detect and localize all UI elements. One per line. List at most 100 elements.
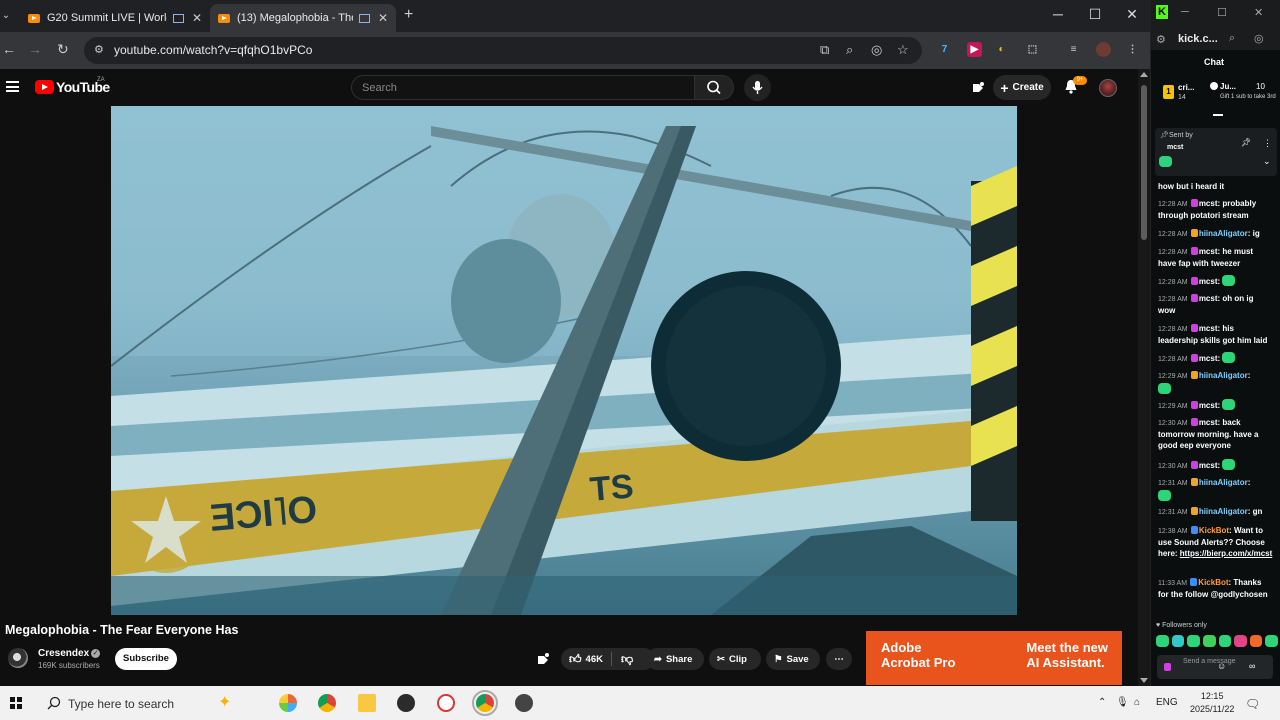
- site-info-icon[interactable]: ⚙: [94, 43, 106, 56]
- chat-username[interactable]: hiinaAligator: [1199, 507, 1248, 516]
- extension-translate-icon[interactable]: 7: [937, 42, 952, 57]
- emote-icon[interactable]: [1171, 635, 1185, 647]
- scrollbar-thumb[interactable]: [1141, 85, 1147, 240]
- extension-pink-icon[interactable]: ▶: [967, 42, 982, 57]
- maximize-button[interactable]: ☐: [1217, 6, 1227, 19]
- media-playing-icon[interactable]: [358, 13, 370, 23]
- extension-yellow-icon[interactable]: ◐: [994, 42, 1009, 57]
- microphone-icon[interactable]: 🎙︎: [1116, 697, 1129, 708]
- share-button[interactable]: ➦ Share: [646, 648, 704, 670]
- eye-off-icon[interactable]: ◎: [1254, 32, 1264, 45]
- chat-username[interactable]: KickBot: [1198, 578, 1228, 587]
- extensions-puzzle-icon[interactable]: ⬚: [1025, 42, 1040, 57]
- youtube-logo-icon[interactable]: [35, 80, 54, 94]
- kick-url[interactable]: kick.c...: [1178, 33, 1218, 45]
- app-icon[interactable]: [515, 694, 533, 712]
- tab-search-chevron-icon[interactable]: ⌄: [0, 6, 12, 26]
- chat-username[interactable]: mcst: [1199, 247, 1218, 256]
- thumbs-up-icon[interactable]: 👍︎: [569, 652, 582, 667]
- chat-username[interactable]: hiinaAligator: [1199, 371, 1248, 380]
- video-player[interactable]: ƎƆI˥O TS: [111, 106, 1017, 615]
- back-icon[interactable]: ←: [2, 41, 16, 57]
- gift-leaderboard[interactable]: 1 cri... 14 Ju... 10 Gift 1 sub to take …: [1157, 78, 1276, 116]
- show-hidden-icons-chevron-icon[interactable]: ⌃: [1098, 697, 1106, 708]
- snipping-tool-icon[interactable]: [437, 694, 455, 712]
- start-windows-icon[interactable]: [10, 697, 22, 709]
- chat-username[interactable]: hiinaAligator: [1199, 229, 1248, 238]
- eye-off-icon[interactable]: ◎: [871, 42, 882, 58]
- chat-username[interactable]: mcst: [1199, 277, 1218, 286]
- sparkle-video-icon[interactable]: [970, 80, 986, 96]
- url-text[interactable]: youtube.com/watch?v=qfqhO1bvPCo: [114, 43, 312, 57]
- reload-icon[interactable]: ↻: [57, 41, 69, 58]
- profile-avatar-icon[interactable]: [1096, 42, 1111, 57]
- network-icon[interactable]: ⌂: [1134, 697, 1140, 708]
- notification-center-icon[interactable]: 🗨︎: [1245, 697, 1260, 711]
- unpin-icon[interactable]: 📌︎: [1241, 138, 1251, 147]
- media-control-icon[interactable]: ≡: [1066, 42, 1081, 57]
- collapse-chevron-icon[interactable]: [1213, 114, 1223, 118]
- chat-username[interactable]: mcst: [1199, 418, 1218, 427]
- emote-icon[interactable]: [1218, 635, 1232, 647]
- chrome-app-icon[interactable]: [318, 694, 336, 712]
- thumbs-down-icon[interactable]: 👎︎: [621, 652, 633, 667]
- emote-icon[interactable]: [1202, 635, 1216, 647]
- chat-input[interactable]: Send a message ☺ ∞: [1157, 655, 1273, 679]
- chat-username[interactable]: mcst: [1199, 294, 1218, 303]
- chat-username[interactable]: mcst: [1199, 199, 1218, 208]
- channel-name[interactable]: Cresendex: [38, 648, 89, 659]
- tab-close-icon[interactable]: ✕: [192, 11, 202, 25]
- voice-search-button[interactable]: [744, 74, 771, 101]
- like-count[interactable]: 46K: [586, 654, 603, 665]
- emote-icon[interactable]: [1265, 635, 1278, 647]
- taskbar-clock[interactable]: 12:15 2025/11/22: [1190, 690, 1234, 716]
- scroll-down-arrow-icon[interactable]: [1140, 678, 1148, 683]
- language-indicator[interactable]: ENG: [1156, 697, 1178, 708]
- new-tab-button[interactable]: +: [404, 6, 413, 24]
- chat-username[interactable]: KickBot: [1199, 526, 1229, 535]
- emote-icon[interactable]: [1249, 635, 1263, 647]
- chrome-active-app-icon[interactable]: [472, 690, 498, 716]
- search-button[interactable]: [694, 75, 734, 100]
- chat-username[interactable]: hiinaAligator: [1199, 478, 1248, 487]
- forward-icon[interactable]: →: [28, 41, 42, 57]
- obs-app-icon[interactable]: [397, 694, 415, 712]
- chat-username[interactable]: mcst: [1199, 401, 1218, 410]
- minimize-button[interactable]: ─: [1043, 6, 1073, 22]
- pin-menu-icon[interactable]: ⋮: [1263, 138, 1272, 149]
- create-button[interactable]: + Create: [993, 75, 1051, 100]
- chat-username[interactable]: mcst: [1199, 324, 1218, 333]
- clip-button[interactable]: ✂ Clip: [709, 648, 761, 670]
- close-window-button[interactable]: ✕: [1254, 6, 1263, 19]
- search-highlight-icon[interactable]: ✦: [218, 692, 240, 712]
- more-actions-button[interactable]: ⋯: [826, 648, 852, 670]
- file-explorer-icon[interactable]: [358, 694, 376, 712]
- copilot-app-icon[interactable]: [279, 694, 297, 712]
- search-input[interactable]: [362, 80, 682, 96]
- media-playing-icon[interactable]: [172, 13, 184, 23]
- sparkle-ask-icon[interactable]: [536, 652, 550, 666]
- chat-username[interactable]: mcst: [1199, 461, 1218, 470]
- menu-hamburger-icon[interactable]: [6, 81, 19, 92]
- save-button[interactable]: ⚑ Save: [766, 648, 820, 670]
- search-box[interactable]: [351, 75, 695, 100]
- chat-username[interactable]: mcst: [1199, 354, 1218, 363]
- chat-link[interactable]: https://bierp.com/x/mcst: [1180, 549, 1272, 558]
- emote-icon[interactable]: [1234, 635, 1247, 647]
- minimize-button[interactable]: ─: [1181, 6, 1189, 18]
- browser-menu-icon[interactable]: ⋮: [1125, 42, 1140, 57]
- site-info-icon[interactable]: ⚙: [1156, 33, 1166, 46]
- maximize-button[interactable]: ☐: [1080, 6, 1110, 23]
- expand-chevron-icon[interactable]: ⌄: [1263, 156, 1271, 167]
- bookmark-star-icon[interactable]: ☆: [897, 42, 909, 58]
- page-scrollbar[interactable]: [1138, 69, 1150, 686]
- zoom-icon[interactable]: ⌕: [846, 42, 853, 58]
- settings-icon[interactable]: ∞: [1249, 661, 1255, 671]
- account-avatar[interactable]: [1099, 79, 1117, 97]
- subscribe-button[interactable]: Subscribe: [115, 648, 177, 670]
- zoom-icon[interactable]: ⌕: [1229, 32, 1235, 45]
- emote-icon[interactable]: [1187, 635, 1200, 647]
- install-app-icon[interactable]: ⧉: [820, 42, 829, 58]
- ad-banner-acrobat[interactable]: Adobe Acrobat Pro Meet the new AI Assist…: [866, 631, 1122, 685]
- scroll-up-arrow-icon[interactable]: [1140, 72, 1148, 77]
